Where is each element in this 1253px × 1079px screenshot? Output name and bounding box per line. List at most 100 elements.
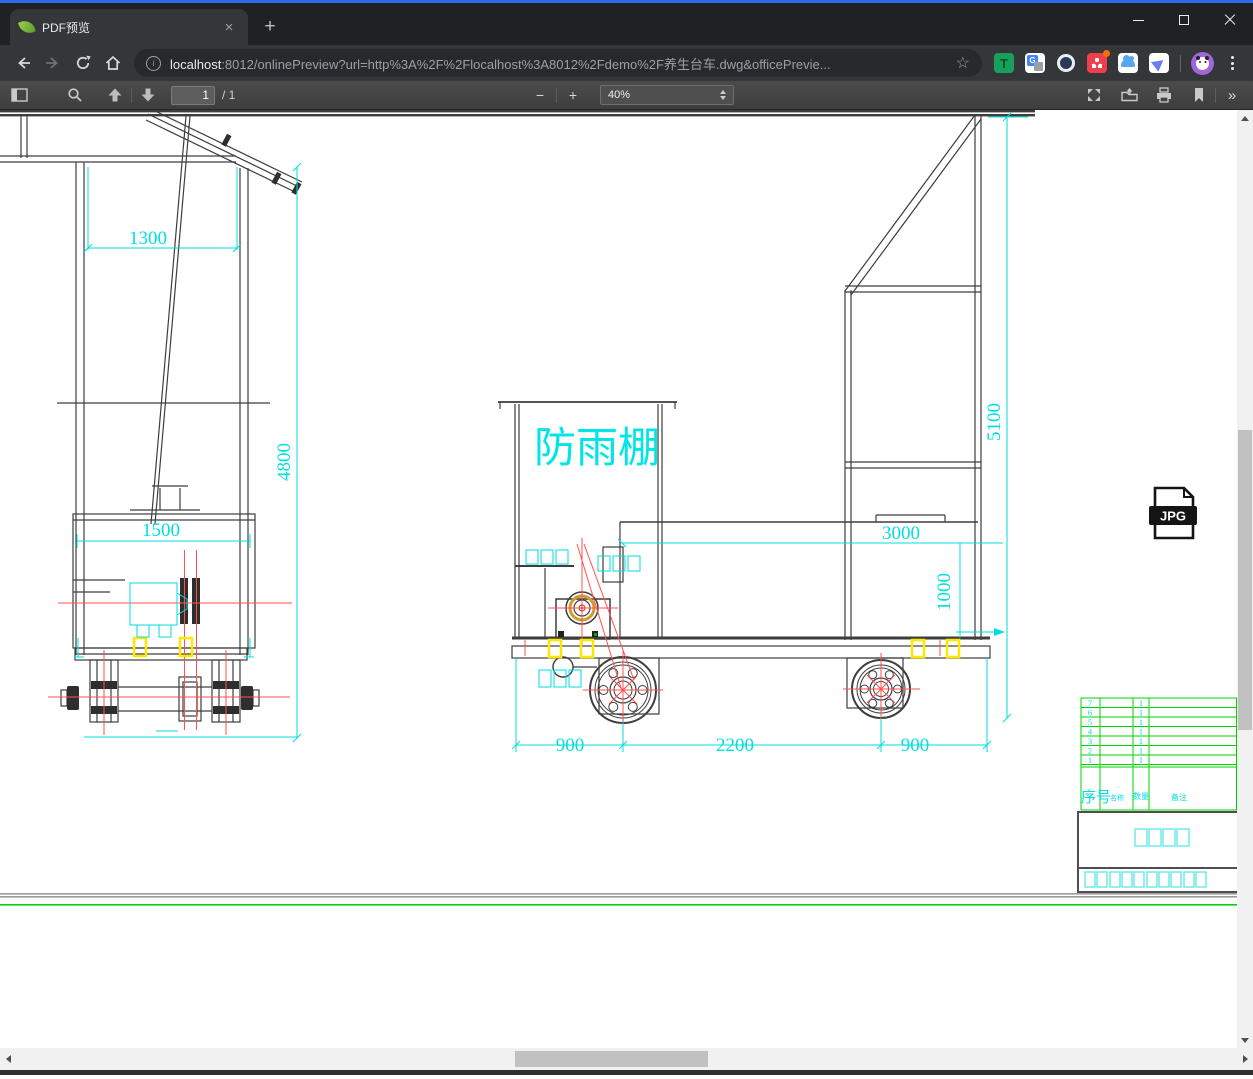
svg-text:7: 7 xyxy=(1088,698,1092,708)
reload-button[interactable] xyxy=(68,48,98,78)
dim-900-rear: 900 xyxy=(901,735,930,756)
svg-text:1: 1 xyxy=(1088,755,1092,765)
ring-extension-icon[interactable] xyxy=(1056,53,1076,73)
pdf-content-area: 1300 4800 1500 防雨棚 3000 1000 5100 900 22… xyxy=(0,109,1253,1048)
close-icon xyxy=(1224,14,1236,26)
maximize-icon xyxy=(1179,15,1189,25)
jpg-badge-label: JPG xyxy=(1160,509,1186,524)
sheet-bottom-edge xyxy=(0,893,1237,906)
reload-icon xyxy=(76,55,91,70)
svg-text:5: 5 xyxy=(1088,717,1092,727)
url-path: :8012/onlinePreview?url=http%3A%2F%2Floc… xyxy=(221,56,831,72)
svg-text:1: 1 xyxy=(1139,727,1143,737)
title-block xyxy=(1077,811,1243,893)
minimize-icon xyxy=(1132,19,1144,21)
dim-1500: 1500 xyxy=(142,520,180,541)
search-button[interactable] xyxy=(62,83,88,107)
search-icon xyxy=(68,88,82,102)
dim-2200: 2200 xyxy=(716,735,754,756)
side-view-structure xyxy=(498,114,991,715)
horizontal-scrollbar[interactable] xyxy=(0,1048,1253,1070)
page-down-button[interactable] xyxy=(135,83,161,107)
browser-window: PDF预览 × + i localhost:8012/onlinePreview… xyxy=(0,0,1253,1079)
scroll-down-button[interactable] xyxy=(1237,1032,1253,1048)
svg-text:2: 2 xyxy=(1088,746,1092,756)
bom-header-name: 名称 xyxy=(1110,793,1124,802)
panda-face-icon xyxy=(1196,55,1209,70)
page-info-icon[interactable]: i xyxy=(146,55,161,71)
home-button[interactable] xyxy=(98,48,128,78)
profile-avatar[interactable] xyxy=(1191,51,1214,75)
tab-title: PDF预览 xyxy=(42,20,91,35)
extensions-row: T G xyxy=(994,50,1169,73)
scroll-right-button[interactable] xyxy=(1237,1048,1253,1070)
minimize-button[interactable] xyxy=(1115,3,1161,37)
jpg-file-icon[interactable]: JPG xyxy=(1149,486,1197,540)
translate-extension-icon[interactable]: G xyxy=(1025,53,1045,73)
open-file-button[interactable] xyxy=(1116,83,1142,107)
vertical-scroll-thumb[interactable] xyxy=(1238,430,1252,730)
select-spinner-icon xyxy=(720,90,726,100)
svg-text:4: 4 xyxy=(1088,727,1093,737)
rain-shelter-label: 防雨棚 xyxy=(534,424,660,471)
cloud-extension-icon[interactable] xyxy=(1118,53,1138,73)
dim-5100: 5100 xyxy=(984,403,1005,441)
back-button[interactable] xyxy=(8,48,38,78)
browser-tab[interactable]: PDF预览 × xyxy=(10,9,248,45)
bird-extension-icon[interactable] xyxy=(1149,53,1169,73)
bookmark-button[interactable] xyxy=(1186,83,1212,107)
page-number-input[interactable] xyxy=(171,85,215,105)
tampermonkey-extension-icon[interactable]: T xyxy=(994,53,1014,73)
pdf-toolbar: / 1 − + 40% xyxy=(0,81,1253,110)
forward-icon xyxy=(46,57,58,69)
address-bar[interactable]: i localhost:8012/onlinePreview?url=http%… xyxy=(134,49,982,77)
title-placeholder-glyphs xyxy=(1084,828,1207,888)
horizontal-scroll-thumb[interactable] xyxy=(515,1051,708,1067)
svg-text:6: 6 xyxy=(1088,708,1092,718)
dim-4800: 4800 xyxy=(274,443,295,481)
svg-text:1: 1 xyxy=(1139,708,1143,718)
window-controls xyxy=(1115,3,1253,37)
scroll-up-button[interactable] xyxy=(1237,110,1253,126)
new-tab-button[interactable]: + xyxy=(258,15,282,39)
dim-3000: 3000 xyxy=(882,523,920,544)
zoom-select[interactable]: 40% xyxy=(600,85,734,105)
svg-text:1: 1 xyxy=(1139,755,1143,765)
bom-header-qty: 数量 xyxy=(1133,791,1149,801)
browser-menu-button[interactable] xyxy=(1223,54,1241,72)
page-up-button[interactable] xyxy=(102,83,128,107)
maximize-button[interactable] xyxy=(1161,3,1207,37)
page-total-label: / 1 xyxy=(222,88,236,102)
zoom-in-button[interactable]: + xyxy=(560,83,586,107)
svg-text:1: 1 xyxy=(1139,717,1143,727)
presentation-mode-button[interactable] xyxy=(1081,83,1107,107)
window-bottom-edge xyxy=(0,1070,1253,1075)
bom-table-text: 71 61 51 41 31 21 11 序号 名称 数量 备注 xyxy=(1081,698,1187,806)
share-extension-icon[interactable] xyxy=(1087,50,1110,73)
sidebar-toggle-button[interactable] xyxy=(6,83,32,107)
close-button[interactable] xyxy=(1207,3,1253,37)
sidebar-toggle-icon xyxy=(10,88,28,102)
url-text: localhost:8012/onlinePreview?url=http%3A… xyxy=(170,54,948,73)
bom-header-remark: 备注 xyxy=(1171,792,1187,802)
tab-close-icon[interactable]: × xyxy=(220,18,238,36)
vertical-scrollbar[interactable] xyxy=(1237,110,1253,1048)
home-icon xyxy=(105,55,121,70)
print-icon xyxy=(1157,87,1171,103)
arrow-down-icon xyxy=(141,88,155,102)
svg-text:1: 1 xyxy=(1139,736,1143,746)
presentation-mode-icon xyxy=(1088,89,1100,101)
zoom-out-button[interactable]: − xyxy=(527,83,553,107)
bookmark-star-icon[interactable]: ☆ xyxy=(956,53,970,73)
svg-text:3: 3 xyxy=(1088,736,1092,746)
title-bar: PDF预览 × + xyxy=(0,0,1253,45)
url-host: localhost xyxy=(170,56,222,72)
forward-button[interactable] xyxy=(38,48,68,78)
back-icon xyxy=(18,57,30,69)
info-letter: i xyxy=(152,58,155,68)
more-tools-button[interactable]: » xyxy=(1219,83,1245,107)
dim-900-front: 900 xyxy=(556,735,585,756)
bookmark-icon xyxy=(1195,88,1203,102)
scroll-left-button[interactable] xyxy=(0,1048,16,1070)
print-button[interactable] xyxy=(1151,83,1177,107)
